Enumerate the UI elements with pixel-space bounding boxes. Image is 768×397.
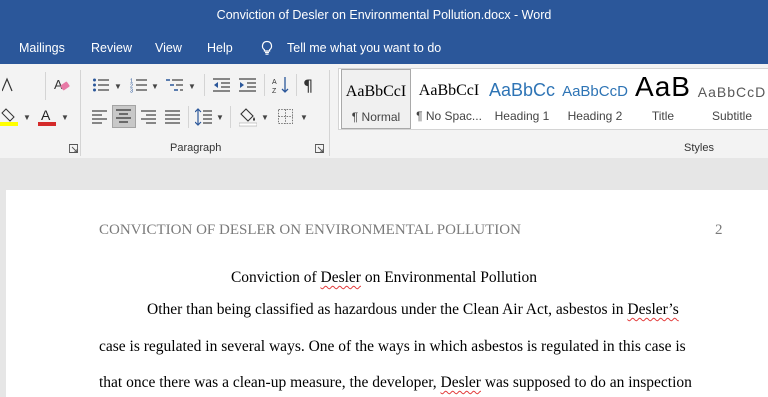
chevron-down-icon[interactable]: ▼ [151, 82, 159, 91]
numbering-icon[interactable]: 1 2 3 [130, 77, 148, 93]
ribbon-tabs: Mailings Review View Help Tell me what y… [0, 32, 768, 64]
chevron-down-icon[interactable]: ▼ [23, 113, 31, 122]
align-left-icon[interactable] [92, 110, 108, 124]
borders-icon[interactable] [278, 109, 293, 124]
svg-text:Z: Z [272, 88, 277, 94]
tab-help[interactable]: Help [207, 41, 233, 55]
window-title: Conviction of Desler on Environmental Po… [216, 8, 552, 22]
title-text-after: on Environmental Pollution [360, 269, 538, 286]
style-name: ¶ Normal [351, 110, 401, 124]
paragraph-line-1[interactable]: Other than being classified as hazardous… [147, 301, 679, 319]
justify-icon[interactable] [165, 110, 181, 124]
align-right-icon[interactable] [141, 110, 157, 124]
tab-review[interactable]: Review [91, 41, 132, 55]
styles-gallery: AaBbCcI ¶ Normal AaBbCcI ¶ No Spac... Aa… [338, 68, 768, 130]
style-heading-2[interactable]: AaBbCcD Heading 2 [559, 69, 631, 129]
spelling-flagged-word[interactable]: Desler [321, 269, 361, 286]
svg-text:A: A [272, 79, 277, 86]
font-color-icon[interactable]: A [38, 107, 56, 127]
separator [45, 72, 46, 100]
style-name: Heading 1 [494, 109, 550, 123]
increase-indent-icon[interactable] [239, 77, 257, 93]
sort-icon[interactable]: A Z [272, 76, 290, 94]
style-sample: AaBbCc [488, 80, 556, 100]
paragraph-line-3[interactable]: that once there was a clean-up measure, … [99, 374, 692, 392]
font-dialog-launcher-icon[interactable] [69, 144, 78, 153]
style-no-spacing[interactable]: AaBbCcI ¶ No Spac... [413, 69, 485, 129]
style-name: ¶ No Spac... [416, 109, 482, 123]
chevron-down-icon[interactable]: ▼ [300, 113, 308, 122]
line-text: was supposed to do an inspection [480, 374, 692, 391]
separator [188, 106, 189, 128]
chevron-down-icon[interactable]: ▼ [188, 82, 196, 91]
page-number: 2 [715, 222, 723, 238]
style-sample: AaB [635, 71, 691, 102]
group-separator [329, 70, 330, 156]
chevron-down-icon[interactable]: ▼ [261, 113, 269, 122]
chevron-down-icon[interactable]: ▼ [216, 113, 224, 122]
spelling-flagged-word[interactable]: Desler [441, 374, 481, 391]
lightbulb-icon[interactable] [259, 40, 275, 56]
separator [264, 74, 265, 96]
style-sample: AaBbCcI [418, 82, 480, 99]
align-center-icon [116, 109, 131, 123]
paragraph-line-2[interactable]: case is regulated in several ways. One o… [99, 338, 686, 356]
svg-text:3: 3 [130, 89, 133, 94]
spelling-flagged-word[interactable]: Desler’s [627, 301, 678, 318]
font-size-decrease-icon[interactable] [2, 76, 14, 94]
style-name: Title [651, 109, 675, 123]
group-separator [80, 70, 81, 156]
style-subtitle[interactable]: AaBbCcD Subtitle [695, 69, 768, 129]
style-name: Heading 2 [567, 109, 623, 123]
svg-text:A: A [54, 77, 63, 92]
style-sample: AaBbCcI [345, 83, 407, 100]
paragraph-dialog-launcher-icon[interactable] [315, 144, 324, 153]
svg-text:A: A [41, 107, 51, 123]
chevron-down-icon[interactable]: ▼ [114, 82, 122, 91]
align-center-button[interactable] [112, 105, 136, 128]
tab-view[interactable]: View [155, 41, 182, 55]
clear-formatting-icon[interactable]: A [53, 76, 71, 94]
tell-me-search[interactable]: Tell me what you want to do [287, 41, 441, 55]
tab-mailings[interactable]: Mailings [19, 41, 65, 55]
style-name: Subtitle [711, 109, 753, 123]
separator [230, 106, 231, 128]
line-text: that once there was a clean-up measure, … [99, 374, 441, 391]
line-text: Other than being classified as hazardous… [147, 301, 628, 318]
separator [296, 74, 297, 96]
highlight-color-icon[interactable] [0, 107, 18, 127]
show-hide-marks-icon[interactable]: ¶ [303, 76, 313, 95]
separator [204, 74, 205, 96]
style-normal[interactable]: AaBbCcI ¶ Normal [341, 69, 411, 129]
multilevel-list-icon[interactable] [166, 77, 184, 93]
styles-group-label: Styles [684, 142, 714, 154]
chevron-down-icon[interactable]: ▼ [61, 113, 69, 122]
title-bar: Conviction of Desler on Environmental Po… [0, 0, 768, 32]
page-header: CONVICTION OF DESLER ON ENVIRONMENTAL PO… [99, 222, 521, 238]
style-title[interactable]: AaB Title [632, 69, 694, 129]
style-sample: AaBbCcD [562, 83, 628, 100]
document-title[interactable]: Conviction of Desler on Environmental Po… [0, 269, 768, 287]
bullets-icon[interactable] [92, 77, 110, 93]
title-text-before: Conviction of [230, 269, 321, 286]
style-sample: AaBbCcD [697, 84, 767, 100]
style-heading-1[interactable]: AaBbCc Heading 1 [486, 69, 558, 129]
line-spacing-icon[interactable] [195, 108, 213, 126]
paragraph-group-label: Paragraph [170, 142, 222, 154]
decrease-indent-icon[interactable] [213, 77, 231, 93]
shading-icon[interactable] [239, 107, 257, 127]
